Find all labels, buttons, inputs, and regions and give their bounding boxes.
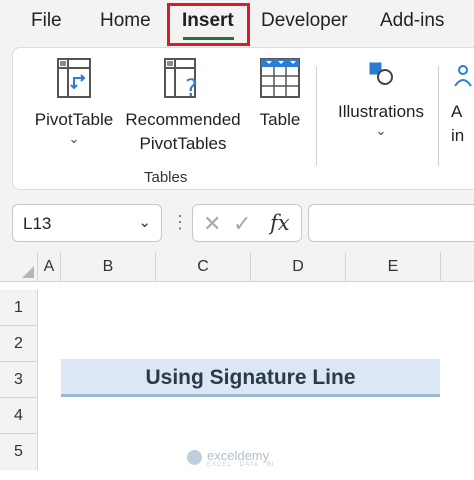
svg-text:?: ? [185, 74, 198, 100]
pivottable-label: PivotTable [34, 110, 114, 129]
column-header-e[interactable]: E [346, 252, 441, 282]
tab-developer[interactable]: Developer [261, 10, 348, 32]
worksheet-grid: A B C D E 1 2 3 4 5 Using Signature Line… [0, 252, 474, 480]
ribbon-panel: PivotTable ⌄ ? Recommended PivotTables T… [12, 47, 474, 190]
ribbon-separator [316, 66, 317, 166]
insert-function-icon[interactable]: fx [270, 211, 290, 235]
shapes-icon [369, 62, 393, 85]
check-icon[interactable]: ✓ [233, 211, 251, 237]
select-all-corner[interactable] [0, 252, 38, 282]
column-header-c[interactable]: C [156, 252, 251, 282]
row-header-2[interactable]: 2 [0, 326, 38, 362]
row-header-4[interactable]: 4 [0, 398, 38, 434]
person-icon [454, 65, 472, 87]
watermark-subtext: EXCEL · DATA · BI [207, 462, 275, 468]
recommended-pivottables-button[interactable]: ? Recommended PivotTables [121, 56, 245, 156]
name-box-value: L13 [23, 214, 52, 233]
pivot-table-icon [57, 58, 91, 98]
exceldemy-watermark: exceldemy EXCEL · DATA · BI [187, 448, 297, 470]
column-header-f[interactable] [441, 252, 474, 282]
table-icon [260, 58, 300, 98]
table-button[interactable]: Table [251, 56, 309, 132]
addins-label-line1: A [451, 102, 463, 121]
ribbon-separator [438, 66, 439, 166]
exceldemy-logo-icon [187, 450, 202, 465]
tables-group-label: Tables [144, 169, 188, 186]
illustrations-button[interactable]: Illustrations ⌄ [331, 56, 431, 138]
illustrations-label: Illustrations [338, 102, 424, 121]
name-box[interactable]: L13 ⌄ [12, 204, 162, 242]
cancel-icon[interactable]: ✕ [203, 211, 221, 237]
row-header-3[interactable]: 3 [0, 362, 38, 398]
chevron-down-icon[interactable]: ⌄ [138, 213, 151, 231]
tab-home[interactable]: Home [100, 10, 151, 32]
insert-tab-highlight-box [167, 3, 250, 46]
formula-buttons: ✕ ✓ fx [192, 204, 302, 242]
chevron-down-icon: ⌄ [375, 123, 387, 138]
addins-button-partial[interactable]: A in [451, 56, 474, 148]
addins-label-line2: in [451, 126, 465, 145]
recommended-pivot-icon: ? [164, 58, 198, 100]
formula-input[interactable] [308, 204, 474, 242]
pivottable-button[interactable]: PivotTable ⌄ [33, 56, 115, 146]
watermark-text: exceldemy [207, 448, 270, 463]
row-header-5[interactable]: 5 [0, 434, 38, 470]
table-label: Table [259, 110, 301, 129]
column-header-a[interactable]: A [38, 252, 61, 282]
chevron-down-icon: ⌄ [68, 131, 80, 146]
title-cell[interactable]: Using Signature Line [61, 359, 440, 397]
column-header-d[interactable]: D [251, 252, 346, 282]
ribbon-tabs: File Home Insert Developer Add-ins [0, 0, 474, 46]
row-header-1[interactable]: 1 [0, 290, 38, 326]
column-header-b[interactable]: B [61, 252, 156, 282]
recommended-label-line1: Recommended [125, 110, 241, 129]
tab-file[interactable]: File [31, 10, 62, 32]
tab-add-ins[interactable]: Add-ins [380, 10, 444, 32]
formula-bar-grip-icon[interactable]: ⋮ [171, 207, 189, 237]
select-all-triangle-icon [22, 266, 34, 278]
recommended-label-line2: PivotTables [139, 134, 227, 153]
